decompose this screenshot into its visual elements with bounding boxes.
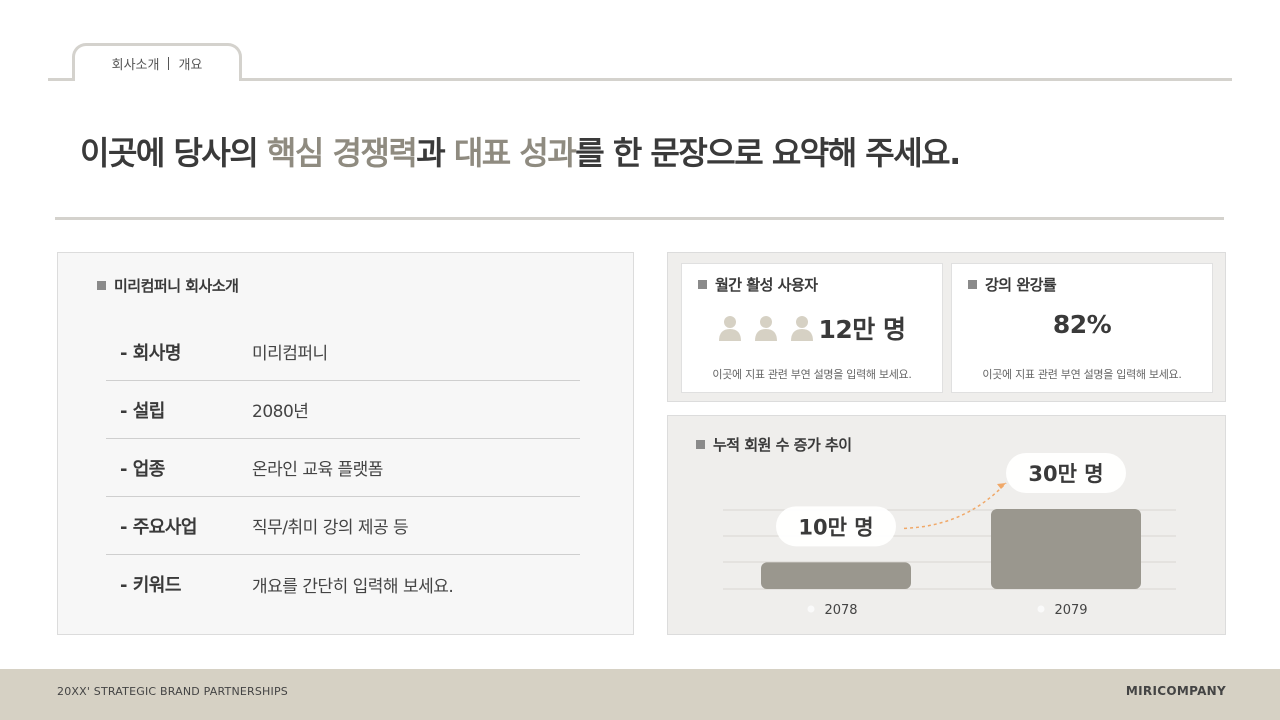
- info-value: 미리컴퍼니: [252, 344, 328, 364]
- info-label: - 키워드: [120, 575, 181, 596]
- metrics-panel: 월간 활성 사용자 12만 명 이곳에 지표 관련 부연 설명을 입력해 보세요…: [667, 252, 1226, 402]
- tab-sub-label: 개요: [178, 58, 203, 73]
- footer-brand: MIRICOMPANY: [1125, 684, 1226, 698]
- info-value: 직무/취미 강의 제공 등: [252, 518, 409, 538]
- footer-tagline: 20XX' STRATEGIC BRAND PARTNERSHIPS: [57, 685, 288, 698]
- metric-title: 월간 활성 사용자: [698, 274, 818, 295]
- info-value: 2080년: [252, 402, 309, 422]
- metric-description: 이곳에 지표 관련 부연 설명을 입력해 보세요.: [712, 368, 912, 381]
- tab-section-label: 회사소개: [111, 58, 160, 73]
- arrow-head-icon: [997, 483, 1006, 489]
- metric-value: 12만 명: [818, 315, 907, 344]
- metric-value: 82%: [1052, 310, 1112, 339]
- page-headline: 이곳에 당사의 핵심 경쟁력과 대표 성과를 한 문장으로 요약해 주세요.: [80, 134, 961, 172]
- info-row-founded: - 설립 2080년: [106, 381, 580, 439]
- info-row-industry: - 업종 온라인 교육 플랫폼: [106, 439, 580, 497]
- info-label: - 회사명: [120, 342, 181, 364]
- metric-title: 강의 완강률: [968, 274, 1057, 295]
- category-dot: [1037, 605, 1045, 613]
- headline-highlight-2: 대표 성과: [453, 134, 577, 172]
- company-info-title: 미리컴퍼니 회사소개: [97, 275, 239, 296]
- member-growth-panel: 누적 회원 수 증가 추이 2078 10만 명 2079 30만 명: [667, 415, 1226, 635]
- data-label: 30만 명: [1028, 462, 1103, 486]
- member-growth-chart: 2078 10만 명 2079 30만 명: [723, 453, 1176, 618]
- square-bullet-icon: [97, 281, 106, 290]
- metric-card-completion: 강의 완강률 82% 이곳에 지표 관련 부연 설명을 입력해 보세요.: [951, 263, 1213, 393]
- info-label: - 주요사업: [120, 516, 197, 538]
- footer-bar: 20XX' STRATEGIC BRAND PARTNERSHIPS MIRIC…: [0, 669, 1280, 720]
- headline-divider: [55, 217, 1224, 220]
- metric-value-row: 12만 명: [682, 310, 942, 346]
- square-bullet-icon: [968, 280, 977, 289]
- metric-card-mau: 월간 활성 사용자 12만 명 이곳에 지표 관련 부연 설명을 입력해 보세요…: [681, 263, 943, 393]
- info-value: 개요를 간단히 입력해 보세요.: [252, 576, 454, 597]
- tab-separator: [168, 57, 170, 70]
- metric-value-row: 82%: [952, 310, 1212, 339]
- person-icon: [718, 316, 741, 341]
- person-icon: [754, 316, 777, 341]
- metric-description: 이곳에 지표 관련 부연 설명을 입력해 보세요.: [982, 368, 1182, 381]
- person-icon: [790, 316, 813, 341]
- category-dot: [807, 605, 815, 613]
- chart-bar: [991, 509, 1141, 589]
- headline-highlight-1: 핵심 경쟁력: [266, 134, 418, 172]
- category-label: 2079: [1054, 603, 1087, 618]
- info-row-business: - 주요사업 직무/취미 강의 제공 등: [106, 497, 580, 555]
- chart-bar: [761, 562, 911, 589]
- trend-arrow-line: [903, 482, 1007, 530]
- section-tab[interactable]: 회사소개 개요: [72, 43, 242, 81]
- data-label: 10만 명: [798, 515, 873, 539]
- category-label: 2078: [824, 603, 857, 618]
- info-value: 온라인 교육 플랫폼: [252, 460, 383, 480]
- company-info-table: - 회사명 미리컴퍼니 - 설립 2080년 - 업종 온라인 교육 플랫폼 -…: [106, 323, 580, 613]
- company-info-panel: 미리컴퍼니 회사소개 - 회사명 미리컴퍼니 - 설립 2080년 - 업종 온…: [57, 252, 634, 635]
- info-row-keyword: - 키워드 개요를 간단히 입력해 보세요.: [106, 555, 580, 613]
- info-label: - 설립: [120, 400, 165, 422]
- square-bullet-icon: [698, 280, 707, 289]
- info-row-company-name: - 회사명 미리컴퍼니: [106, 323, 580, 381]
- info-label: - 업종: [120, 458, 165, 480]
